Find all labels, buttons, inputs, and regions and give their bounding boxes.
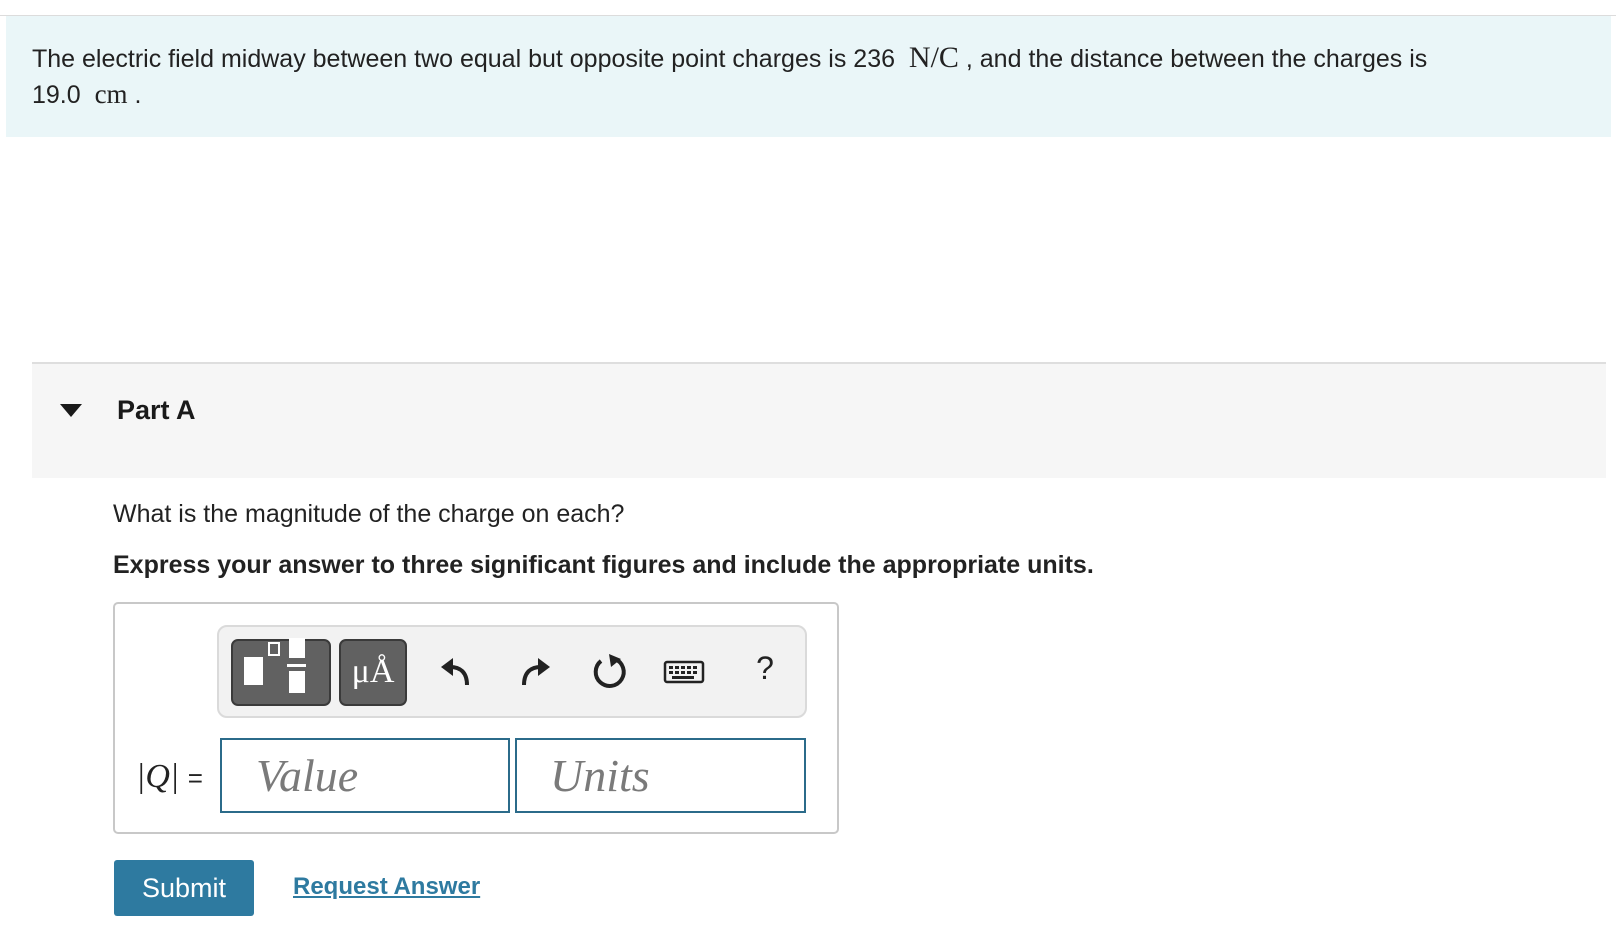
help-icon[interactable]: ? <box>750 650 780 687</box>
keyboard-icon[interactable] <box>663 650 705 694</box>
part-header[interactable] <box>32 364 1606 478</box>
collapse-caret-icon[interactable] <box>60 404 82 417</box>
reset-icon[interactable] <box>587 650 631 694</box>
submit-button[interactable]: Submit <box>114 860 254 916</box>
problem-statement: The electric field midway between two eq… <box>32 40 1572 113</box>
question-text: What is the magnitude of the charge on e… <box>113 500 625 528</box>
problem-text-2: , and the distance between the charges i… <box>965 45 1428 73</box>
answer-label: |Q| = <box>136 758 203 796</box>
units-icon: μÅ <box>351 653 395 690</box>
distance-value: 19.0 <box>32 81 81 109</box>
part-title: Part A <box>117 395 196 425</box>
units-input[interactable] <box>515 738 806 813</box>
answer-variable: |Q| <box>136 758 180 795</box>
equals-sign: = <box>187 763 203 793</box>
problem-text-1: The electric field midway between two eq… <box>32 45 896 73</box>
instruction-text: Express your answer to three significant… <box>113 551 1094 579</box>
request-answer-link[interactable]: Request Answer <box>293 873 480 901</box>
redo-icon[interactable] <box>512 650 556 694</box>
value-input[interactable] <box>220 738 510 813</box>
distance-unit: cm <box>94 79 128 109</box>
field-unit: N/C <box>908 41 959 74</box>
problem-text-end: . <box>134 81 142 109</box>
undo-icon[interactable] <box>435 650 479 694</box>
